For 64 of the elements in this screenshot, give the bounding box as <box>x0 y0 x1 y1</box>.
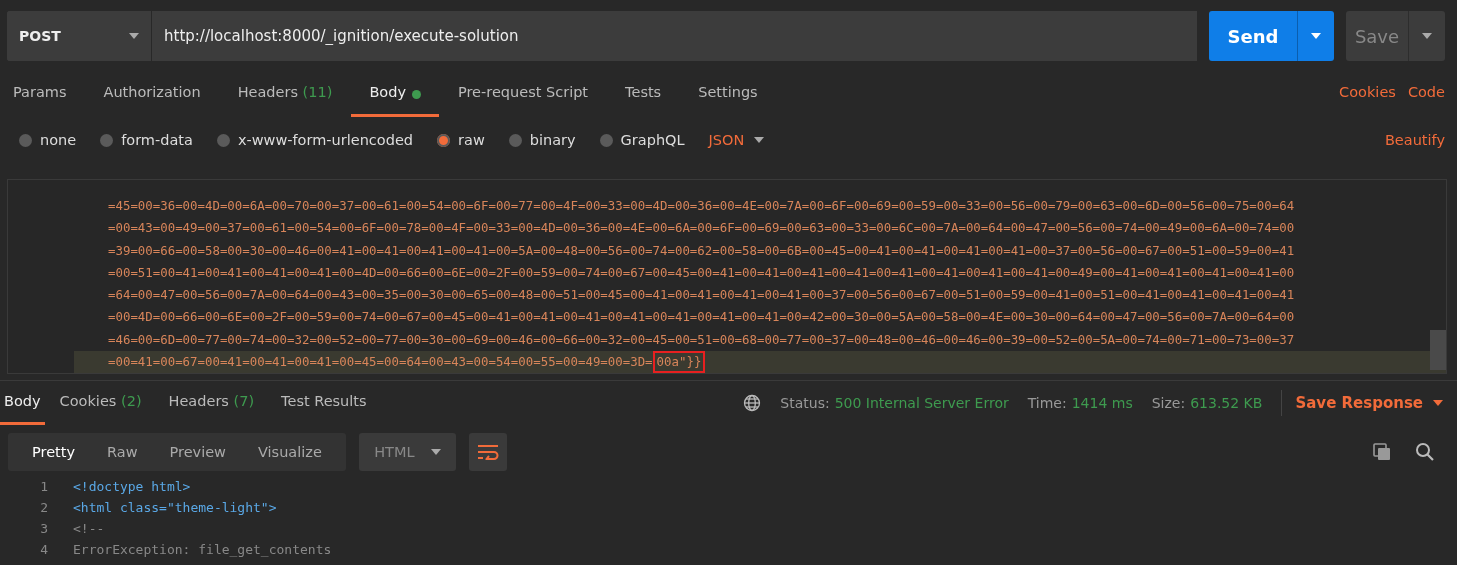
code-line: =00=41=00=67=00=41=00=41=00=41=00=45=00=64=00=43=00=54=00=55=00=49=00=3D= <box>108 353 653 372</box>
wrap-lines-icon <box>476 444 499 460</box>
code-line: <html class="theme-light"> <box>73 499 277 517</box>
caret-icon <box>129 33 139 39</box>
header-link[interactable]: Code <box>1407 84 1445 117</box>
format-dropdown[interactable]: JSON <box>708 132 765 148</box>
response-tab[interactable]: Test Results <box>281 381 367 425</box>
body-type-radio[interactable]: none <box>19 132 77 148</box>
line-number: 4 <box>39 541 49 559</box>
request-tab[interactable]: Settings <box>698 73 758 117</box>
line-number: 3 <box>39 520 49 538</box>
request-tab[interactable]: Authorization <box>103 73 201 117</box>
caret-icon <box>1311 33 1321 39</box>
status-label: Status: <box>780 395 830 411</box>
save-response-button[interactable]: Save Response <box>1295 394 1443 412</box>
code-line: <!-- <box>73 520 105 538</box>
code-line: =00=4D=00=66=00=6E=00=2F=00=59=00=74=00=67=00=45=00=41=00=41=00=41=00=41=00=41=00=41=00=41=00=42=00=30=00=5A=00=58=00=4E=00=30=00=64=00=47=00=56=00=7A=00=64=00 <box>108 308 1295 327</box>
view-mode-tab[interactable]: Pretty <box>16 433 91 471</box>
method-dropdown[interactable]: POST <box>7 11 152 61</box>
request-tab[interactable]: Pre-request Script <box>458 73 589 117</box>
send-button[interactable]: Send <box>1209 11 1334 61</box>
line-number: 1 <box>39 478 49 496</box>
globe-icon[interactable] <box>743 394 762 412</box>
beautify-link[interactable]: Beautify <box>1384 132 1445 148</box>
request-tab[interactable]: Body <box>351 73 439 117</box>
view-mode-tab[interactable]: Visualize <box>242 433 338 471</box>
copy-icon[interactable] <box>1372 442 1392 462</box>
body-editor[interactable] <box>7 179 1447 374</box>
view-mode-tab[interactable]: Raw <box>91 433 154 471</box>
code-line: =00=43=00=49=00=37=00=61=00=54=00=6F=00=78=00=4F=00=33=00=4D=00=36=00=4E=00=6A=00=6F=00=69=00=63=00=33=00=6C=00=7A=00=64=00=47=00=56=00=74=00=49=00=6A=00=74=00 <box>108 219 1295 238</box>
request-tab[interactable]: Headers (11) <box>237 73 333 117</box>
scrollbar[interactable] <box>1430 330 1446 370</box>
response-tab[interactable]: Body <box>0 381 45 425</box>
body-type-radio[interactable]: form-data <box>100 132 193 148</box>
caret-icon <box>754 137 765 143</box>
view-mode-tab[interactable]: Preview <box>153 433 242 471</box>
code-line: =00=51=00=41=00=41=00=41=00=41=00=4D=00=66=00=6E=00=2F=00=59=00=74=00=67=00=45=00=41=00=41=00=41=00=41=00=41=00=41=00=41=00=41=00=49=00=41=00=41=00=41=00=41=00 <box>108 263 1295 282</box>
request-tab[interactable]: Tests <box>625 73 662 117</box>
code-line: <!doctype html> <box>73 478 191 496</box>
caret-icon <box>1422 33 1432 39</box>
code-line: ErrorException: file_get_contents <box>73 541 332 559</box>
request-tab[interactable]: Params <box>13 73 67 117</box>
body-type-radio[interactable]: x-www-form-urlencoded <box>216 132 414 148</box>
time-value: 1414 ms <box>1071 395 1133 411</box>
caret-icon <box>430 449 441 455</box>
search-icon[interactable] <box>1415 442 1435 462</box>
time-label: Time: <box>1027 395 1067 411</box>
code-line: =45=00=36=00=4D=00=6A=00=70=00=37=00=61=00=54=00=6F=00=77=00=4F=00=33=00=4D=00=36=00=4E=00=7A=00=6F=00=69=00=59=00=33=00=56=00=79=00=63=00=6D=00=56=00=75=00=64 <box>108 197 1295 215</box>
size-value: 613.52 KB <box>1190 395 1263 411</box>
code-line: =39=00=66=00=58=00=30=00=46=00=41=00=41=00=41=00=41=00=5A=00=48=00=56=00=74=00=62=00=58=00=6B=00=45=00=41=00=41=00=41=00=41=00=37=00=56=00=67=00=51=00=59=00=41 <box>108 241 1295 260</box>
wrap-button[interactable] <box>468 433 507 471</box>
line-number: 2 <box>39 499 49 517</box>
size-label: Size: <box>1151 395 1186 411</box>
body-type-radio[interactable]: binary <box>508 132 576 148</box>
caret-icon <box>1433 400 1443 406</box>
body-type-radio[interactable]: GraphQL <box>599 132 685 148</box>
response-tab[interactable]: Cookies (2) <box>59 381 142 425</box>
highlight-box: 00a"}} <box>652 351 706 373</box>
body-type-radio[interactable]: raw <box>437 132 485 148</box>
header-link[interactable]: Cookies <box>1339 84 1396 117</box>
code-line: =64=00=47=00=56=00=7A=00=64=00=43=00=35=00=30=00=65=00=48=00=51=00=45=00=41=00=41=00=41=00=41=00=37=00=56=00=67=00=51=00=59=00=41=00=51=00=41=00=41=00=41=00=41 <box>108 286 1295 305</box>
response-tab[interactable]: Headers (7) <box>168 381 255 425</box>
status-value: 500 Internal Server Error <box>834 395 1009 411</box>
code-line: =46=00=6D=00=77=00=74=00=32=00=52=00=77=00=30=00=69=00=46=00=66=00=32=00=45=00=51=00=68=00=77=00=37=00=48=00=46=00=46=00=39=00=52=00=5A=00=74=00=71=00=73=00=37 <box>108 330 1295 349</box>
